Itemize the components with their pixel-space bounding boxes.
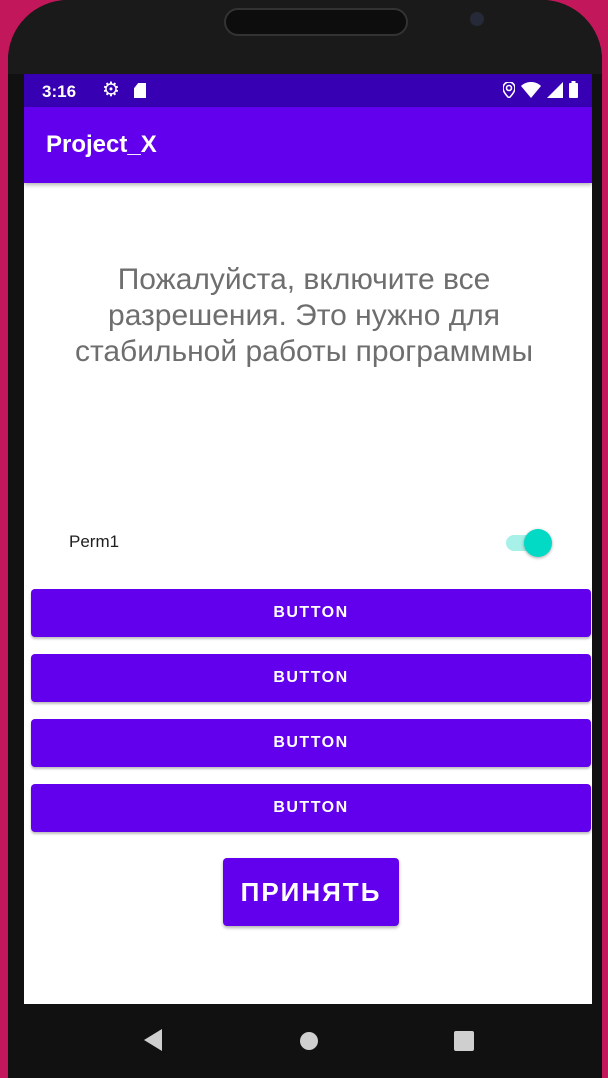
- home-icon[interactable]: [300, 1032, 318, 1050]
- permission-label: Perm1: [69, 532, 120, 551]
- sd-card-icon: [134, 83, 146, 98]
- button-4[interactable]: BUTTON: [31, 784, 591, 832]
- button-3[interactable]: BUTTON: [31, 719, 591, 767]
- button-1[interactable]: BUTTON: [31, 589, 591, 637]
- wifi-icon: [521, 81, 541, 98]
- accept-button[interactable]: ПРИНЯТЬ: [223, 858, 399, 926]
- app-bar: Project_X: [24, 107, 592, 183]
- recents-icon[interactable]: [454, 1031, 474, 1051]
- status-icons-right: [503, 81, 578, 98]
- permissions-message: Пожалуйста, включите все разрешения. Это…: [74, 263, 534, 368]
- phone-bezel-top: [8, 0, 602, 74]
- status-bar: 3:16 ⚙: [24, 74, 592, 107]
- app-screen: 3:16 ⚙ Project_X Пожалуйста, включите вс…: [24, 74, 592, 1004]
- location-icon: [503, 81, 515, 98]
- earpiece: [224, 8, 408, 36]
- front-camera: [470, 12, 484, 26]
- app-title: Project_X: [46, 131, 157, 158]
- signal-icon: [547, 81, 563, 98]
- gear-icon: ⚙: [102, 79, 120, 101]
- back-icon[interactable]: [144, 1029, 162, 1051]
- status-time: 3:16: [42, 82, 77, 101]
- permission-row: Perm1: [24, 522, 592, 562]
- button-2[interactable]: BUTTON: [31, 654, 591, 702]
- switch-thumb: [524, 529, 552, 557]
- battery-icon: [569, 81, 578, 98]
- permission-switch[interactable]: [506, 528, 552, 557]
- navigation-bar: [24, 1004, 592, 1078]
